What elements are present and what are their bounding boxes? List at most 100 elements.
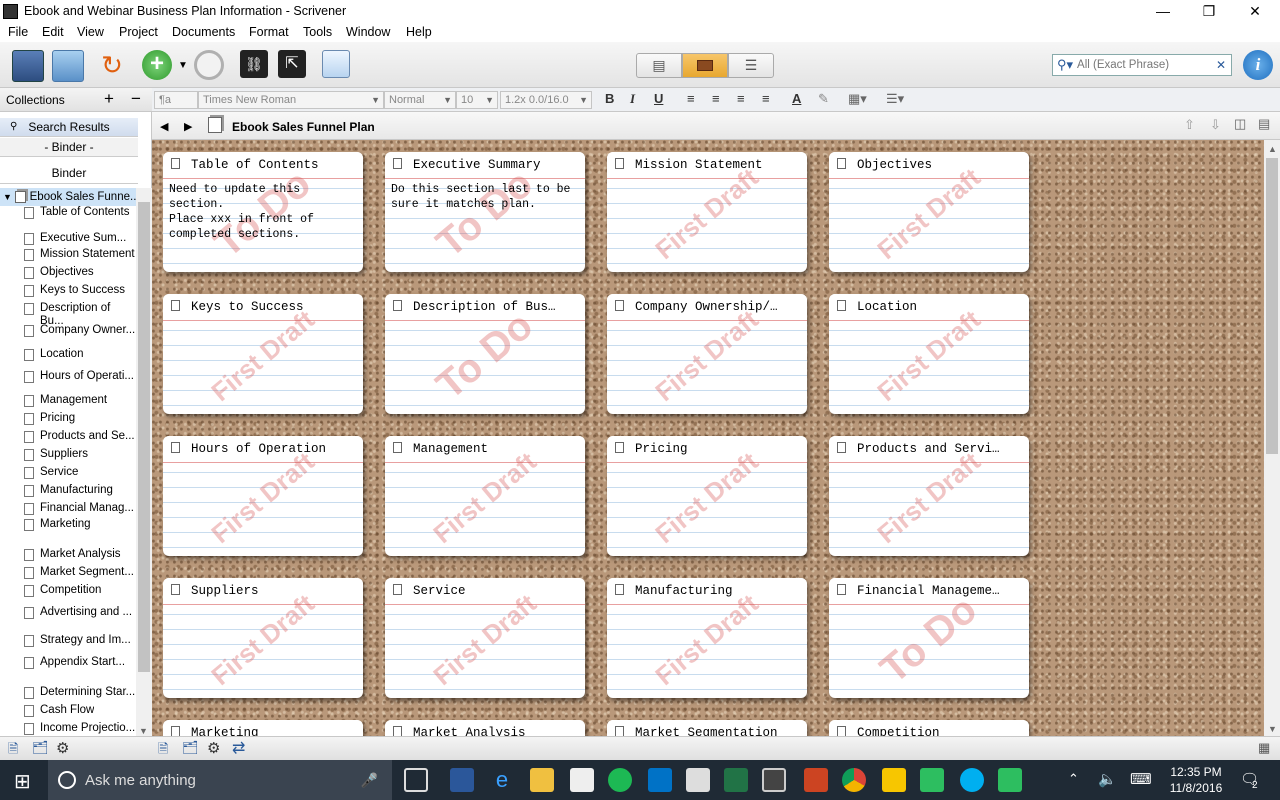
card-title[interactable]: Products and Servi…	[857, 442, 1025, 456]
card-title[interactable]: Description of Bus…	[413, 300, 581, 314]
font-size-select[interactable]: 10 ▼	[456, 91, 498, 109]
sync-icon[interactable]: ↻	[96, 50, 128, 82]
binder-item[interactable]: Location	[24, 348, 136, 366]
microphone-icon[interactable]: 🎤	[361, 772, 378, 789]
index-card[interactable]: Marketing	[163, 720, 363, 736]
menu-documents[interactable]: Documents	[172, 25, 235, 39]
binder-item[interactable]: Products and Se...	[24, 430, 136, 448]
index-card[interactable]: First Draft Hours of Operation	[163, 436, 363, 556]
card-synopsis[interactable]: Do this section last to be sure it match…	[391, 182, 581, 212]
paragraph-style-select[interactable]: ¶a	[154, 91, 198, 109]
outlook-icon[interactable]	[648, 768, 672, 792]
binder-item[interactable]: Description of Bu...	[24, 302, 136, 327]
evernote-alt-icon[interactable]	[998, 768, 1022, 792]
swap-arrows-icon[interactable]: ⇄	[232, 738, 245, 758]
app-red-icon[interactable]	[804, 768, 828, 792]
binder-item[interactable]: Service	[24, 466, 136, 484]
index-card[interactable]: First Draft Management	[385, 436, 585, 556]
close-button[interactable]: ✕	[1232, 0, 1278, 23]
task-view-icon[interactable]	[404, 768, 428, 792]
menu-window[interactable]: Window	[346, 25, 390, 39]
edge-icon[interactable]: e	[490, 768, 514, 792]
table-icon[interactable]: ▦▾	[848, 91, 867, 107]
word-icon[interactable]	[450, 768, 474, 792]
card-title[interactable]: Marketing	[191, 726, 359, 736]
fullscreen-compose-icon[interactable]: ⇱	[278, 50, 306, 78]
search-icon[interactable]: ⚲▾	[1057, 57, 1073, 73]
binder-item[interactable]: Manufacturing	[24, 484, 136, 502]
cortana-search-box[interactable]: Ask me anything 🎤	[48, 760, 392, 800]
binder-root-item[interactable]: ▼ Ebook Sales Funne...	[0, 188, 136, 206]
index-card[interactable]: First Draft Products and Servi…	[829, 436, 1029, 556]
spotify-icon[interactable]	[608, 768, 632, 792]
font-preset-select[interactable]: Normal ▼	[384, 91, 456, 109]
corkboard[interactable]: To Do Table of Contents Need to update thi…	[152, 140, 1264, 736]
align-justify-icon[interactable]: ≡	[737, 91, 745, 106]
new-folder-card-icon[interactable]: 🗂	[182, 740, 199, 756]
card-title[interactable]: Financial Manageme…	[857, 584, 1025, 598]
keywords-icon[interactable]: ⛓	[240, 50, 268, 78]
info-icon[interactable]: i	[1243, 50, 1273, 80]
menu-file[interactable]: File	[8, 25, 28, 39]
search-clear-icon[interactable]: ✕	[1216, 58, 1226, 72]
italic-button[interactable]: I	[630, 91, 635, 107]
binder-item[interactable]: Strategy and Im...	[24, 634, 136, 652]
binder-item[interactable]: Objectives	[24, 266, 136, 284]
binder-item[interactable]: Market Segment...	[24, 566, 136, 584]
line-spacing-select[interactable]: 1.2x 0.0/16.0 ▼	[500, 91, 592, 109]
index-card[interactable]: First Draft Mission Statement	[607, 152, 807, 272]
remove-collection-button[interactable]: −	[131, 89, 141, 109]
collection-tab-binder[interactable]: Binder	[0, 162, 138, 184]
index-card[interactable]: First Draft Keys to Success	[163, 294, 363, 414]
binder-item[interactable]: Keys to Success	[24, 284, 136, 302]
grid-view-icon[interactable]: ▦	[1258, 740, 1270, 756]
binder-item[interactable]: Determining Star...	[24, 686, 136, 704]
align-left-icon[interactable]: ≡	[687, 91, 695, 106]
card-title[interactable]: Pricing	[635, 442, 803, 456]
settings-gear-icon[interactable]: ⚙	[56, 739, 69, 757]
split-vertical-icon[interactable]: ◫	[1234, 116, 1246, 132]
next-document-icon[interactable]: ⇩	[1210, 117, 1221, 133]
index-card[interactable]: To Do Financial Manageme…	[829, 578, 1029, 698]
binder-item[interactable]: Market Analysis	[24, 548, 136, 566]
add-dropdown-chevron-icon[interactable]: ▼	[178, 60, 188, 71]
scroll-down-arrow-icon[interactable]: ▼	[139, 726, 148, 736]
font-family-select[interactable]: Times New Roman ▼	[198, 91, 384, 109]
index-card[interactable]: To Do Executive Summary Do this section la…	[385, 152, 585, 272]
card-title[interactable]: Suppliers	[191, 584, 359, 598]
skype-icon[interactable]	[960, 768, 984, 792]
windows-start-icon[interactable]: ⊞	[14, 769, 31, 794]
add-collection-button[interactable]: +	[104, 89, 114, 109]
card-title[interactable]: Keys to Success	[191, 300, 359, 314]
split-horizontal-icon[interactable]: ▤	[1258, 116, 1270, 132]
highlight-icon[interactable]: ✎	[818, 91, 829, 107]
card-title[interactable]: Location	[857, 300, 1025, 314]
align-right-icon[interactable]: ≡	[762, 91, 770, 106]
nav-forward-icon[interactable]: ▶	[184, 120, 192, 133]
index-card[interactable]: First Draft Manufacturing	[607, 578, 807, 698]
index-card[interactable]: First Draft Pricing	[607, 436, 807, 556]
card-title[interactable]: Market Analysis	[413, 726, 581, 736]
nav-back-icon[interactable]: ◀	[160, 120, 168, 133]
card-title[interactable]: Mission Statement	[635, 158, 803, 172]
binder-item[interactable]: Cash Flow	[24, 704, 136, 722]
binder-item[interactable]: Competition	[24, 584, 136, 602]
card-title[interactable]: Objectives	[857, 158, 1025, 172]
previous-document-icon[interactable]: ⇧	[1184, 117, 1195, 133]
evernote-icon[interactable]	[920, 768, 944, 792]
corkboard-settings-gear-icon[interactable]: ⚙	[207, 739, 220, 757]
binder-icon[interactable]	[13, 51, 43, 81]
card-title[interactable]: Competition	[857, 726, 1025, 736]
store-icon[interactable]	[570, 768, 594, 792]
file-explorer-icon[interactable]	[530, 768, 554, 792]
view-scrivenings-button[interactable]: ▤	[636, 53, 682, 78]
calculator-icon[interactable]	[686, 768, 710, 792]
menu-format[interactable]: Format	[249, 25, 289, 39]
corkboard-scrollbar[interactable]: ▲ ▼	[1264, 140, 1280, 736]
view-outliner-button[interactable]: ☰	[728, 53, 774, 78]
binder-item[interactable]: Marketing	[24, 518, 136, 536]
view-corkboard-button[interactable]	[682, 53, 728, 78]
binder-item[interactable]: Mission Statement	[24, 248, 136, 266]
binder-item[interactable]: Pricing	[24, 412, 136, 430]
quickref-icon[interactable]	[323, 51, 349, 77]
